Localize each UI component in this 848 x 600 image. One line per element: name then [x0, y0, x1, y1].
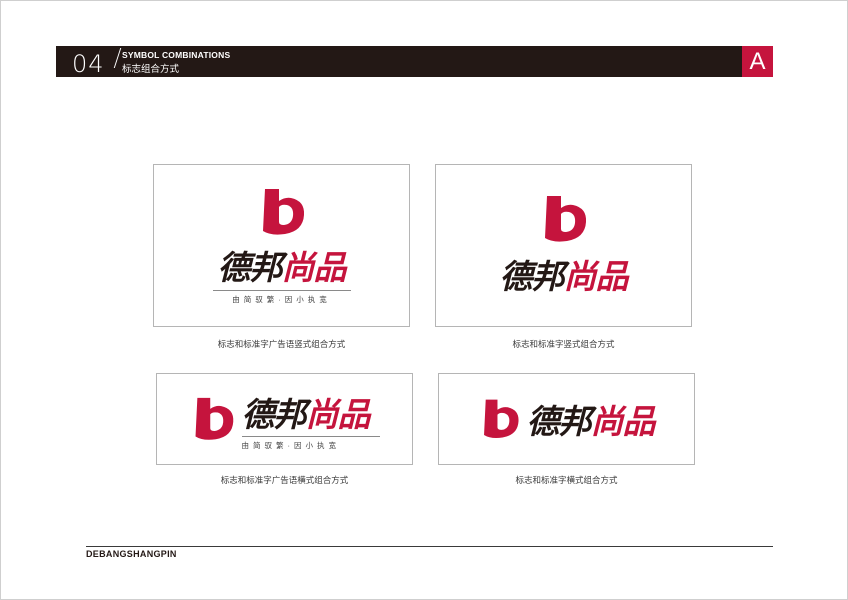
- wordmark-part2: 尚品: [281, 247, 347, 287]
- panel-caption: 标志和标准字竖式组合方式: [512, 339, 615, 349]
- combo-panel-horizontal-tagline: 德邦尚品 由简驭繁·因小执宽: [156, 373, 413, 465]
- header-divider: [113, 48, 122, 68]
- wordmark-part1: 德邦: [499, 256, 565, 296]
- lockup-text: 德邦尚品 由简驭繁·因小执宽: [241, 388, 380, 451]
- brand-logo-icon: [262, 188, 304, 235]
- footer-brand-name: DEBANGSHANGPIN: [86, 549, 177, 559]
- section-title-en: SYMBOL COMBINATIONS: [122, 50, 231, 60]
- brand-tagline: 由简驭繁·因小执宽: [232, 294, 331, 304]
- lockup-text: 德邦尚品: [526, 395, 656, 443]
- logo-lockup: 德邦尚品 由简驭繁·因小执宽: [212, 187, 351, 305]
- section-letter-badge: A: [742, 46, 773, 77]
- brand-logo-icon: [195, 397, 233, 440]
- header-band: 04 SYMBOL COMBINATIONS 标志组合方式 A: [56, 46, 773, 78]
- combo-panel-vertical: 德邦尚品: [435, 164, 692, 327]
- section-number: 04: [72, 50, 105, 78]
- combo-panel-vertical-tagline: 德邦尚品 由简驭繁·因小执宽: [153, 164, 410, 327]
- tagline-rule: [241, 435, 380, 437]
- wordmark-part2: 尚品: [590, 402, 656, 441]
- combo-panel-horizontal: 德邦尚品: [438, 373, 695, 465]
- logo-lockup: 德邦尚品 由简驭繁·因小执宽: [190, 388, 380, 451]
- brand-wordmark: 德邦尚品: [217, 241, 347, 289]
- brand-logo-icon: [483, 399, 519, 438]
- panel-caption: 标志和标准字横式组合方式: [515, 475, 618, 485]
- brand-wordmark: 德邦尚品: [241, 388, 371, 436]
- wordmark-part2: 尚品: [563, 256, 629, 296]
- logo-lockup: 德邦尚品: [479, 395, 656, 443]
- brand-wordmark: 德邦尚品: [499, 250, 629, 298]
- panel-caption: 标志和标准字广告语横式组合方式: [220, 475, 349, 485]
- logo-lockup: 德邦尚品: [499, 194, 629, 298]
- brand-tagline: 由简驭繁·因小执宽: [241, 440, 340, 450]
- tagline-rule: [212, 289, 351, 291]
- page-frame: [0, 0, 848, 600]
- wordmark-part1: 德邦: [217, 247, 283, 287]
- wordmark-part1: 德邦: [241, 394, 307, 434]
- panel-caption: 标志和标准字广告语竖式组合方式: [217, 339, 346, 349]
- brand-logo-icon: [544, 195, 586, 242]
- wordmark-part1: 德邦: [526, 402, 592, 441]
- brand-wordmark: 德邦尚品: [526, 395, 656, 443]
- section-title-cn: 标志组合方式: [122, 64, 180, 75]
- wordmark-part2: 尚品: [305, 394, 371, 434]
- footer-rule: [86, 546, 773, 547]
